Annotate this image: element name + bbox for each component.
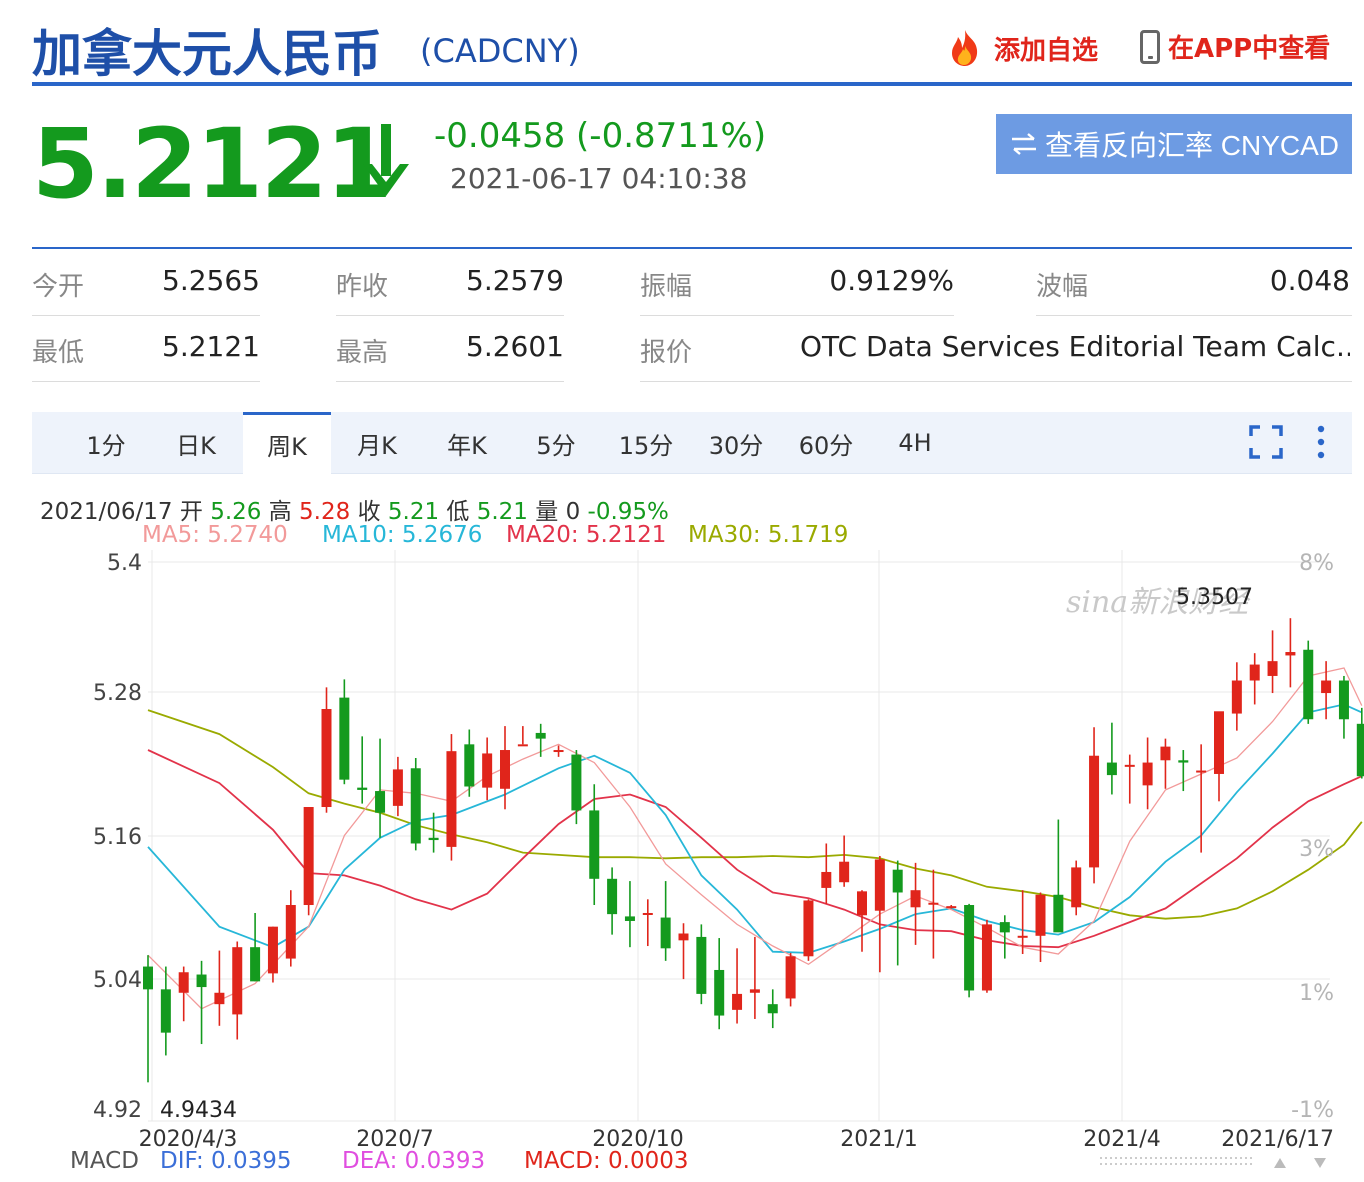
candle-body: [392, 769, 403, 806]
candle-body: [446, 751, 457, 847]
candle-body: [196, 974, 207, 988]
macd-value-legend: MACD: 0.0003: [524, 1148, 689, 1174]
candle-body: [250, 947, 261, 982]
candle-body: [1035, 894, 1046, 936]
candle-body: [500, 750, 510, 789]
candle-body: [357, 787, 368, 790]
candle-body: [285, 905, 296, 959]
candle-body: [857, 891, 867, 916]
candle-body: [821, 871, 832, 888]
candle-body: [321, 709, 332, 808]
scroll-indicator[interactable]: [1100, 1154, 1340, 1172]
y-right-tick-label: 1%: [1299, 981, 1334, 1006]
y-tick-label: 4.92: [93, 1098, 142, 1123]
candle-body: [1285, 652, 1296, 656]
candle-body: [1267, 661, 1278, 676]
candle-body: [375, 791, 386, 813]
candle-body: [696, 936, 707, 994]
candle-body: [1321, 680, 1332, 694]
candle-body: [267, 926, 278, 974]
x-tick-label: 2021/1: [840, 1127, 917, 1152]
candle-body: [892, 869, 903, 893]
candle-body: [303, 807, 314, 906]
candle-body: [999, 922, 1010, 933]
dea-legend: DEA: 0.0393: [342, 1148, 486, 1174]
y-tick-label: 5.04: [93, 968, 142, 993]
candle-body: [160, 989, 171, 1033]
candle-body: [517, 744, 528, 747]
y-tick-label: 5.16: [93, 825, 142, 850]
candle-body: [714, 969, 725, 1016]
candle-body: [482, 753, 493, 788]
candle-body: [839, 861, 850, 883]
candle-body: [410, 768, 421, 844]
candle-body: [178, 972, 189, 993]
candle-body: [660, 917, 671, 949]
candle-body: [553, 750, 564, 753]
candle-body: [1249, 664, 1260, 681]
candle-body: [803, 900, 814, 957]
x-tick-label: 2021/6/17: [1221, 1127, 1334, 1152]
candle-body: [607, 878, 618, 915]
candle-body: [1231, 680, 1242, 714]
candle-body: [1071, 867, 1082, 908]
candle-body: [1053, 894, 1064, 933]
y-tick-label: 5.4: [107, 551, 142, 576]
candle-body: [535, 732, 546, 739]
candle-body: [1142, 762, 1153, 786]
candle-body: [1106, 762, 1117, 776]
candle-body: [749, 989, 760, 993]
max-price-label: 5.3507: [1176, 585, 1253, 610]
candle-body: [732, 993, 743, 1010]
candle-body: [928, 902, 939, 905]
candle-body: [1338, 680, 1349, 720]
candle-body: [1178, 760, 1189, 763]
candle-body: [1356, 723, 1364, 777]
candle-body: [1160, 746, 1171, 761]
candle-body: [624, 916, 635, 921]
candle-body: [214, 992, 225, 1005]
candle-body: [428, 837, 439, 841]
candle-body: [678, 933, 689, 941]
y-tick-label: 5.28: [93, 681, 142, 706]
candle-body: [767, 1004, 778, 1014]
x-tick-label: 2021/4: [1083, 1127, 1160, 1152]
candle-body: [1017, 935, 1028, 938]
dif-legend: DIF: 0.0395: [160, 1148, 292, 1174]
candle-body: [981, 924, 992, 991]
candle-body: [571, 754, 582, 811]
candle-body: [910, 890, 921, 908]
candle-body: [1089, 755, 1100, 868]
candle-body: [1124, 764, 1135, 767]
candle-body: [1196, 770, 1207, 773]
candle-body: [143, 966, 153, 990]
candle-body: [1214, 711, 1224, 774]
candle-body: [589, 810, 600, 879]
kline-chart[interactable]: sina新浪财经 5.45.285.165.044.928%3%1%-1%202…: [0, 0, 1364, 1182]
candle-body: [232, 947, 243, 1015]
candle-body: [785, 956, 796, 999]
candle-body: [946, 906, 957, 909]
candle-body: [642, 912, 653, 915]
candle-body: [964, 905, 975, 991]
candle-body: [464, 744, 475, 787]
candle-body: [874, 859, 885, 911]
min-price-label: 4.9434: [160, 1098, 237, 1123]
y-right-tick-label: 8%: [1299, 551, 1334, 576]
candle-body: [339, 697, 350, 780]
y-right-tick-label: 3%: [1299, 837, 1334, 862]
y-right-tick-label: -1%: [1291, 1098, 1334, 1123]
candle-body: [1303, 649, 1314, 720]
macd-label: MACD: [70, 1148, 139, 1174]
